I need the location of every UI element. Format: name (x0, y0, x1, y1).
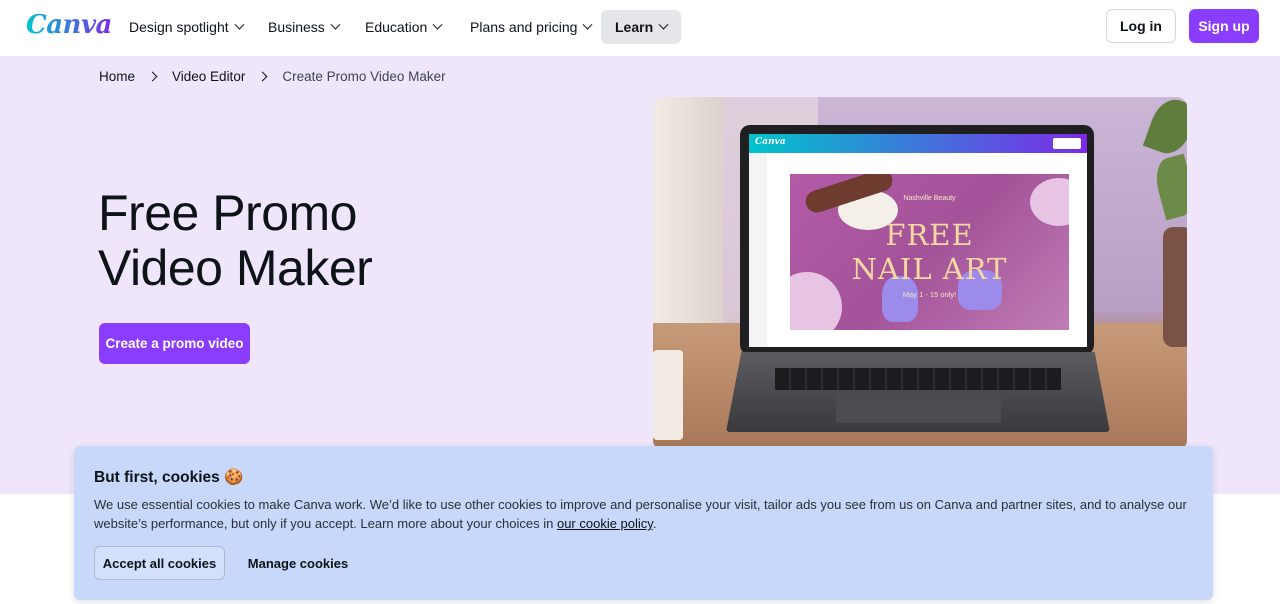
login-button[interactable]: Log in (1106, 9, 1176, 43)
design-title-line-2: NAIL ART (851, 252, 1008, 286)
cookie-banner: But first, cookies 🍪 We use essential co… (74, 446, 1213, 600)
chevron-down-icon (432, 19, 443, 30)
laptop-screen: Canva Nashville Beauty FREE NAIL ART May… (749, 134, 1087, 347)
breadcrumb-current: Create Promo Video Maker (282, 69, 446, 84)
breadcrumb: Home Video Editor Create Promo Video Mak… (99, 69, 446, 84)
nav-label: Learn (615, 19, 654, 35)
hero-image: Canva Nashville Beauty FREE NAIL ART May… (653, 97, 1187, 450)
nav-plans-pricing[interactable]: Plans and pricing (456, 10, 605, 44)
laptop-keyboard (775, 368, 1061, 390)
editor-logo: Canva (755, 137, 786, 147)
manage-cookies-button[interactable]: Manage cookies (239, 546, 357, 580)
cup (653, 350, 683, 440)
nav-label: Plans and pricing (470, 19, 578, 35)
nav-education[interactable]: Education (351, 10, 455, 44)
nav-label: Design spotlight (129, 19, 229, 35)
nav-learn[interactable]: Learn (601, 10, 682, 44)
cookie-text-end: . (652, 516, 657, 531)
vase (1163, 227, 1187, 347)
cookie-policy-link[interactable]: our cookie policy (557, 516, 653, 531)
chevron-down-icon (330, 19, 341, 30)
accept-cookies-button[interactable]: Accept all cookies (94, 546, 225, 580)
title-line-1: Free Promo (98, 185, 357, 241)
design-brand: Nashville Beauty (903, 195, 956, 202)
plant-leaf (1142, 97, 1187, 160)
breadcrumb-home[interactable]: Home (99, 69, 135, 84)
nav-business[interactable]: Business (254, 10, 353, 44)
design-title: FREE NAIL ART (790, 218, 1069, 286)
top-nav: Canva Design spotlight Business Educatio… (0, 0, 1280, 56)
chevron-down-icon (658, 19, 669, 30)
signup-button[interactable]: Sign up (1189, 9, 1259, 43)
create-promo-video-button[interactable]: Create a promo video (99, 323, 250, 364)
design-date: May 1 - 15 only! (902, 290, 957, 299)
canva-logo[interactable]: Canva (26, 10, 112, 40)
window-light (653, 97, 723, 327)
design-title-line-1: FREE (885, 218, 974, 252)
chevron-right-icon (147, 71, 158, 82)
editor-share-button (1053, 138, 1081, 149)
nav-label: Business (268, 19, 325, 35)
editor-sidebar (749, 153, 767, 347)
page-title: Free Promo Video Maker (98, 186, 518, 296)
nav-design-spotlight[interactable]: Design spotlight (115, 10, 257, 44)
chevron-right-icon (257, 71, 268, 82)
chevron-down-icon (582, 19, 593, 30)
plant-leaf (1150, 153, 1187, 221)
breadcrumb-video-editor[interactable]: Video Editor (172, 69, 245, 84)
design-canvas: Nashville Beauty FREE NAIL ART May 1 - 1… (790, 174, 1069, 330)
cookie-title-text: But first, cookies (94, 469, 220, 486)
cookie-description: We use essential cookies to make Canva w… (94, 495, 1194, 533)
laptop-trackpad (836, 395, 1001, 423)
chevron-down-icon (234, 19, 245, 30)
cookie-title: But first, cookies 🍪 (94, 468, 243, 487)
editor-topbar: Canva (749, 134, 1087, 153)
title-line-2: Video Maker (98, 240, 373, 296)
nav-label: Education (365, 19, 428, 35)
cookie-icon: 🍪 (224, 469, 244, 486)
